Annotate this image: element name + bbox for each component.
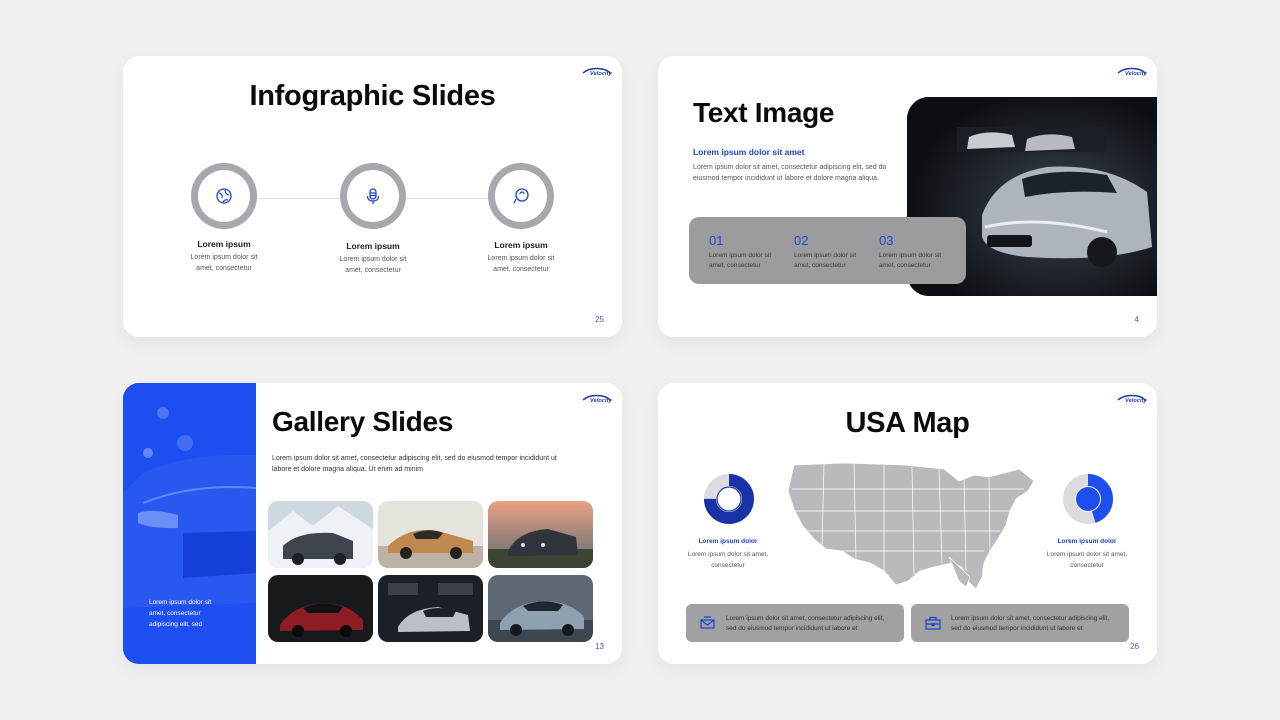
slide-gallery[interactable]: Lorem ipsum dolor sit amet, consectetur … bbox=[123, 383, 622, 664]
gallery-photo bbox=[268, 575, 373, 642]
connector-line bbox=[256, 198, 341, 199]
info-box: Lorem ipsum dolor sit amet, consectetur … bbox=[686, 604, 904, 642]
page-number: 4 bbox=[1134, 315, 1139, 324]
numbered-item: 03 Lorem ipsum dolor sit amet, consectet… bbox=[879, 233, 942, 269]
step-circle bbox=[488, 163, 554, 229]
microphone-icon bbox=[366, 188, 380, 204]
briefcase-icon bbox=[925, 616, 941, 630]
usa-map bbox=[787, 462, 1035, 590]
gallery-photo bbox=[378, 575, 483, 642]
slide-title: Infographic Slides bbox=[249, 80, 496, 112]
blue-side-panel: Lorem ipsum dolor sit amet, consectetur … bbox=[123, 383, 256, 664]
slide-infographic[interactable]: Velocity Infographic Slides Lorem ipsum … bbox=[123, 56, 622, 337]
slide-text-image[interactable]: Velocity Text Image Lorem ipsum dolor si… bbox=[658, 56, 1157, 337]
step-circle bbox=[191, 163, 257, 229]
step-item: Lorem ipsum Lorem ipsum dolor sit amet, … bbox=[339, 241, 407, 274]
page-number: 13 bbox=[595, 642, 604, 651]
gallery-photo bbox=[378, 501, 483, 568]
gallery-photo bbox=[488, 575, 593, 642]
slide-title: Text Image bbox=[693, 97, 835, 128]
slide-title: Gallery Slides bbox=[272, 406, 454, 437]
stat-left: Lorem ipsum dolor Lorem ipsum dolor sit … bbox=[687, 538, 769, 569]
velocity-logo: Velocity bbox=[582, 393, 612, 407]
connector-line bbox=[405, 198, 490, 199]
step-item: Lorem ipsum Lorem ipsum dolor sit amet, … bbox=[487, 240, 555, 273]
slide-usa-map[interactable]: Velocity USA Map Lorem ipsum dolor Lorem… bbox=[658, 383, 1157, 664]
description: Lorem ipsum dolor sit amet, consectetur … bbox=[693, 164, 887, 182]
globe-icon bbox=[216, 188, 232, 204]
panel-text: Lorem ipsum dolor sit amet, consectetur … bbox=[149, 599, 212, 628]
page-number: 26 bbox=[1130, 642, 1139, 651]
page-number: 25 bbox=[595, 315, 604, 324]
numbered-item: 01 Lorem ipsum dolor sit amet, consectet… bbox=[709, 233, 772, 269]
step-item: Lorem ipsum Lorem ipsum dolor sit amet, … bbox=[190, 239, 258, 272]
velocity-logo: Velocity bbox=[582, 66, 612, 80]
subtitle: Lorem ipsum dolor sit amet bbox=[693, 147, 805, 157]
stat-right: Lorem ipsum dolor Lorem ipsum dolor sit … bbox=[1046, 538, 1128, 569]
info-box: Lorem ipsum dolor sit amet, consectetur … bbox=[911, 604, 1129, 642]
velocity-logo: Velocity bbox=[1117, 66, 1147, 80]
slide-title: USA Map bbox=[845, 407, 970, 439]
mail-icon bbox=[700, 616, 715, 629]
gallery-photo bbox=[488, 501, 593, 568]
description: Lorem ipsum dolor sit amet, consectetur … bbox=[272, 455, 557, 473]
step-circle bbox=[340, 163, 406, 229]
gallery-photo bbox=[268, 501, 373, 568]
velocity-logo: Velocity bbox=[1117, 393, 1147, 407]
donut-chart-left bbox=[704, 474, 754, 524]
donut-chart-right bbox=[1063, 474, 1113, 524]
numbered-item: 02 Lorem ipsum dolor sit amet, consectet… bbox=[794, 233, 857, 269]
numbered-list-box: 01 Lorem ipsum dolor sit amet, consectet… bbox=[689, 217, 966, 284]
lightbulb-icon bbox=[513, 188, 529, 204]
